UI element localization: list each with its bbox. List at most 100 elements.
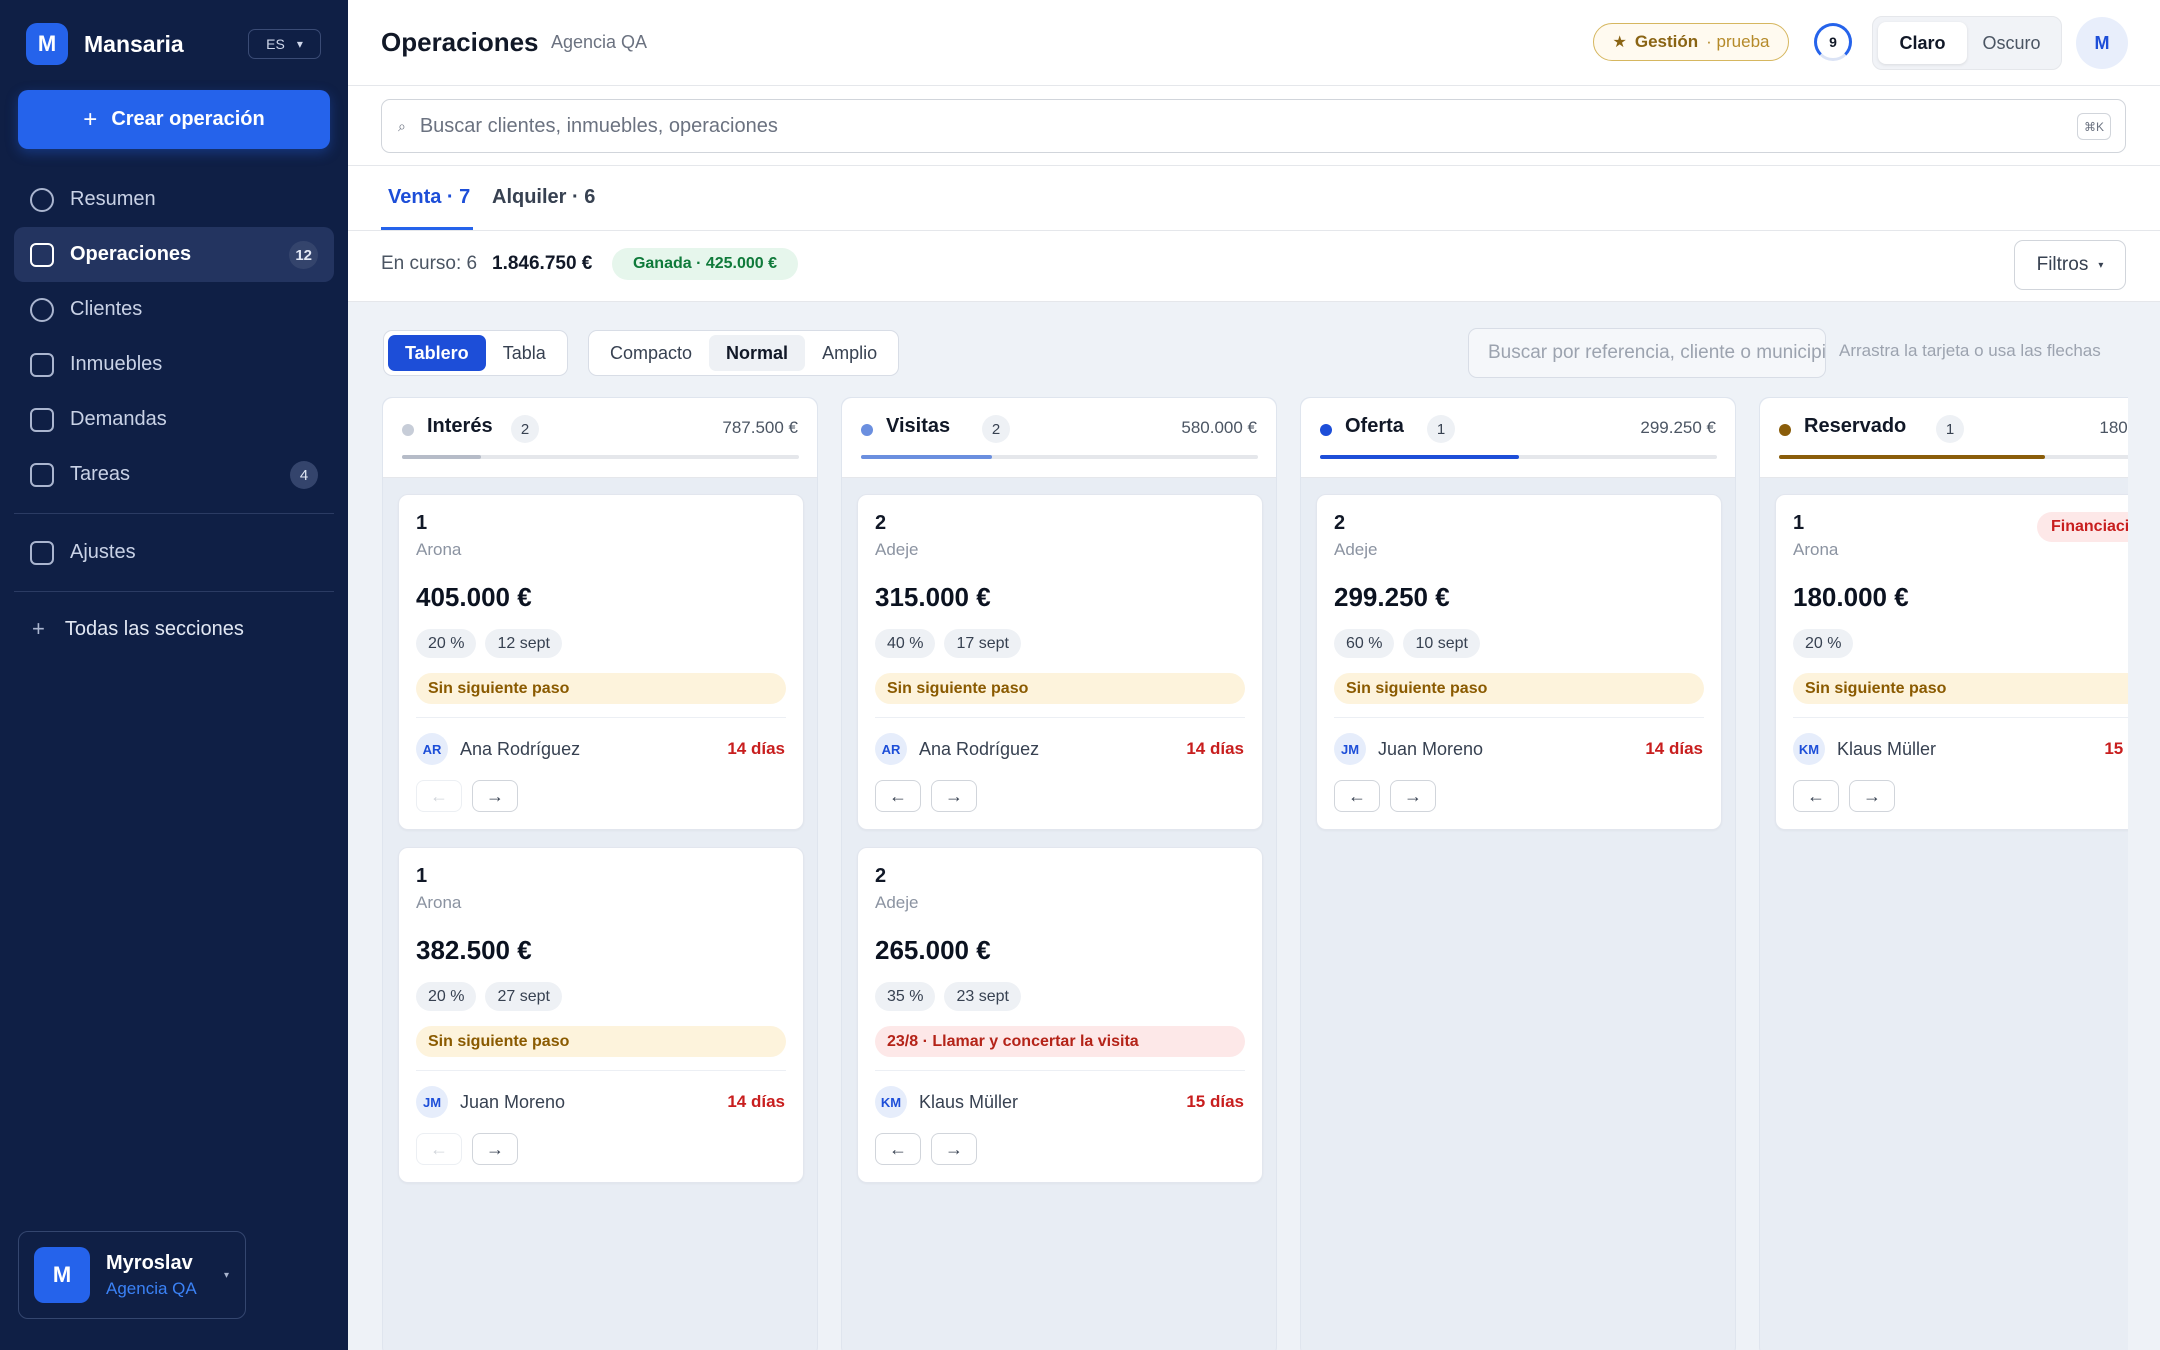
- sidebar-item-label: Operaciones: [70, 243, 192, 265]
- arrow-left-icon[interactable]: ←: [875, 780, 921, 812]
- operation-card[interactable]: 1 Arona 405.000 € 20 % 12 sept Sin siguiente …: [398, 494, 804, 830]
- card-owner: KM Klaus Müller: [875, 1086, 1018, 1118]
- theme-toggle: Claro Oscuro: [1872, 16, 2062, 70]
- column-header: Interés 2 787.500 €: [383, 398, 817, 478]
- plan-badge[interactable]: ★ Gestión · prueba: [1593, 23, 1789, 61]
- square-icon: [30, 407, 54, 432]
- divider: [875, 1070, 1245, 1071]
- sidebar-item-ajustes[interactable]: Ajustes: [14, 525, 334, 580]
- owner-name: Klaus Müller: [1837, 738, 1937, 759]
- reference-search-input[interactable]: Buscar por referencia, cliente o municip…: [1468, 328, 1826, 378]
- next-step-badge[interactable]: Sin siguiente paso: [1334, 673, 1704, 704]
- plus-icon: +: [32, 616, 45, 641]
- square-icon: [30, 540, 54, 565]
- arrow-right-icon[interactable]: →: [472, 1133, 518, 1165]
- owner-name: Juan Moreno: [1378, 738, 1484, 759]
- density-compact-option[interactable]: Compacto: [593, 335, 709, 371]
- arrow-left-icon[interactable]: ←: [1793, 780, 1839, 812]
- arrow-left-icon[interactable]: ←: [875, 1133, 921, 1165]
- operation-card[interactable]: 1 Arona 382.500 € 20 % 27 sept Sin siguiente …: [398, 847, 804, 1183]
- next-step-badge[interactable]: Sin siguiente paso: [1793, 673, 2128, 704]
- card-chip: 10 sept: [1403, 629, 1480, 658]
- arrow-right-icon[interactable]: →: [931, 1133, 977, 1165]
- avatar: AR: [416, 733, 448, 765]
- column-count: 1: [1427, 415, 1455, 443]
- square-icon: [30, 242, 54, 267]
- stage-progress-fill: [402, 455, 482, 459]
- stage-progress-bar: [402, 455, 799, 459]
- operation-card[interactable]: 2 Adeje 315.000 € 40 % 17 sept Sin siguiente …: [857, 494, 1263, 830]
- search-placeholder: Buscar clientes, inmuebles, operaciones: [419, 114, 778, 137]
- card-reference: 1: [416, 865, 428, 887]
- card-price: 299.250 €: [1334, 582, 1450, 612]
- card-price: 405.000 €: [416, 582, 532, 612]
- kanban-board: Interés 2 787.500 € 1 Arona 405.000 € 20 % 12 s…: [382, 397, 2128, 1350]
- language-select[interactable]: ES ▾: [248, 29, 321, 59]
- plan-sub: · prueba: [1706, 32, 1770, 51]
- view-board-option[interactable]: Tablero: [388, 335, 486, 371]
- card-chip: 40 %: [875, 629, 936, 658]
- all-sections-button[interactable]: + Todas las secciones: [14, 603, 334, 655]
- reference-search-placeholder: Buscar por referencia, cliente o municip…: [1488, 342, 1826, 363]
- card-owner: AR Ana Rodríguez: [416, 733, 580, 765]
- kanban-column: Visitas 2 580.000 € 2 Adeje 315.000 € 40 % 17 s…: [841, 397, 1277, 1350]
- brand-name: Mansaria: [84, 30, 184, 57]
- create-operation-button[interactable]: + Crear operación: [18, 90, 330, 149]
- sidebar-item-inmuebles[interactable]: Inmuebles: [14, 337, 334, 392]
- sidebar-item-clientes[interactable]: Clientes: [14, 282, 334, 337]
- next-step-badge[interactable]: Sin siguiente paso: [875, 673, 1245, 704]
- progress-ring[interactable]: 9: [1814, 23, 1852, 61]
- plus-icon: +: [83, 105, 98, 133]
- column-title: Interés: [427, 415, 493, 437]
- sidebar-item-demandas[interactable]: Demandas: [14, 392, 334, 447]
- sidebar-item-resumen[interactable]: Resumen: [14, 172, 334, 227]
- divider: [14, 513, 334, 514]
- avatar: M: [34, 1247, 90, 1303]
- arrow-right-icon[interactable]: →: [1849, 780, 1895, 812]
- brand[interactable]: M Mansaria: [26, 23, 184, 65]
- arrow-right-icon[interactable]: →: [1390, 780, 1436, 812]
- sidebar-item-operaciones[interactable]: Operaciones 12: [14, 227, 334, 282]
- stage-dot: [1779, 424, 1791, 436]
- sidebar-item-tareas[interactable]: Tareas 4: [14, 447, 334, 502]
- owner-name: Ana Rodríguez: [460, 738, 581, 759]
- sidebar-item-label: Inmuebles: [70, 353, 163, 375]
- count-badge: 12: [289, 241, 318, 269]
- operation-card[interactable]: 2 Adeje 299.250 € 60 % 10 sept Sin siguiente …: [1316, 494, 1722, 830]
- avatar: AR: [875, 733, 907, 765]
- move-controls: ← →: [1793, 780, 1895, 812]
- kanban-column: Interés 2 787.500 € 1 Arona 405.000 € 20 % 12 s…: [382, 397, 818, 1350]
- theme-light-option[interactable]: Claro: [1878, 22, 1967, 64]
- filters-button[interactable]: Filtros ▾: [2014, 240, 2126, 290]
- arrow-left-icon[interactable]: ←: [1334, 780, 1380, 812]
- search-row: ⌕ Buscar clientes, inmuebles, operacione…: [348, 86, 2160, 166]
- avatar: KM: [1793, 733, 1825, 765]
- operation-card[interactable]: 2 Adeje 265.000 € 35 % 23 sept 23/8 · Llamar …: [857, 847, 1263, 1183]
- page-title: Operaciones: [381, 27, 539, 57]
- avatar[interactable]: M: [2076, 17, 2128, 69]
- next-step-badge[interactable]: Sin siguiente paso: [416, 1026, 786, 1057]
- theme-dark-option[interactable]: Oscuro: [1967, 22, 2056, 64]
- tab-venta[interactable]: Venta · 7: [388, 186, 470, 209]
- arrow-right-icon[interactable]: →: [931, 780, 977, 812]
- next-step-badge[interactable]: 23/8 · Llamar y concertar la visita: [875, 1026, 1245, 1057]
- card-chips: 40 % 17 sept: [875, 629, 1021, 658]
- column-amount: 299.250 €: [1640, 418, 1716, 437]
- search-input[interactable]: ⌕ Buscar clientes, inmuebles, operacione…: [381, 99, 2126, 153]
- density-wide-option[interactable]: Amplio: [805, 335, 894, 371]
- card-location: Arona: [416, 540, 462, 559]
- card-location: Adeje: [875, 540, 919, 559]
- view-table-option[interactable]: Tabla: [486, 335, 563, 371]
- column-title: Visitas: [886, 415, 951, 437]
- kanban-column: Oferta 1 299.250 € 2 Adeje 299.250 € 60 % 10 se…: [1300, 397, 1736, 1350]
- won-badge: Ganada · 425.000 €: [612, 248, 798, 280]
- card-chip: 17 sept: [944, 629, 1021, 658]
- active-tab-indicator: [381, 227, 473, 230]
- density-normal-option[interactable]: Normal: [709, 335, 806, 371]
- next-step-badge[interactable]: Sin siguiente paso: [416, 673, 786, 704]
- card-chip: 23 sept: [944, 982, 1021, 1011]
- arrow-right-icon[interactable]: →: [472, 780, 518, 812]
- operation-card[interactable]: 1 Financiación Arona 180.000 € 20 % Sin sigui…: [1775, 494, 2128, 830]
- user-menu[interactable]: M Myroslav Agencia QA ▾: [18, 1231, 246, 1319]
- tab-alquiler[interactable]: Alquiler · 6: [492, 186, 595, 209]
